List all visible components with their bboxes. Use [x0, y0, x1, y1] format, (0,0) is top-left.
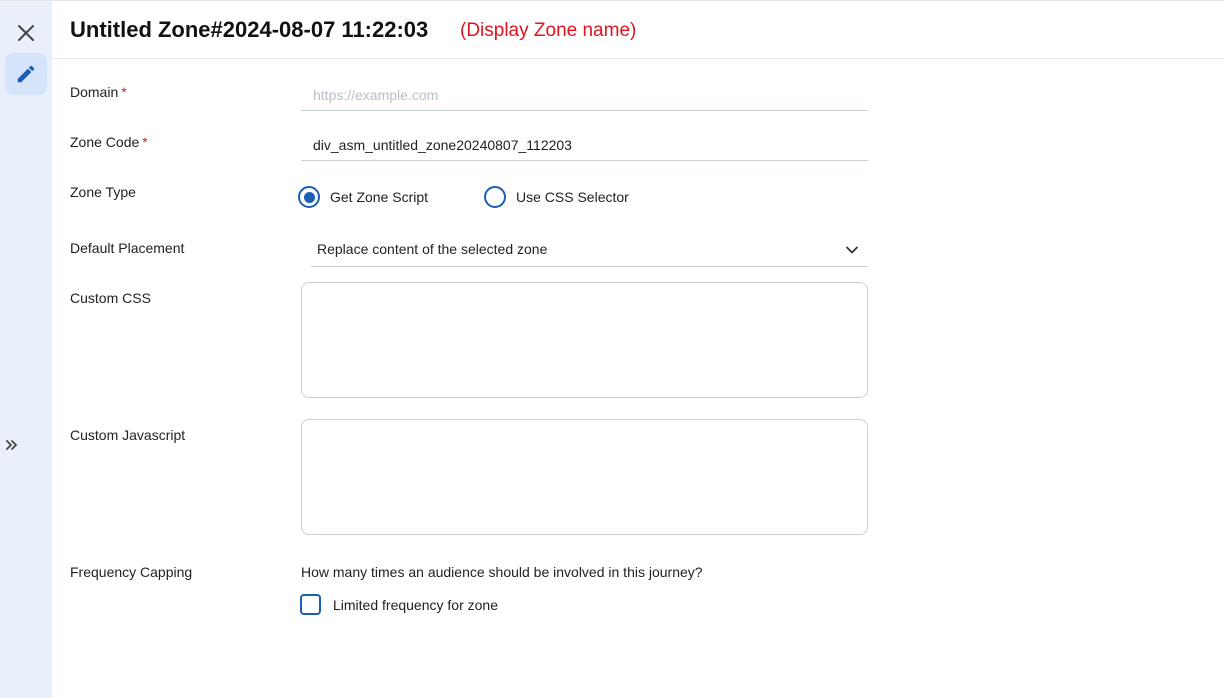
zone-title: Untitled Zone#2024-08-07 11:22:03	[70, 17, 429, 42]
custom-javascript-label: Custom Javascript	[70, 427, 186, 443]
zone-name-annotation: (Display Zone name)	[460, 20, 637, 41]
limited-frequency-label: Limited frequency for zone	[333, 596, 498, 613]
zone-code-label: Zone Code *	[70, 134, 148, 150]
page-header: Untitled Zone#2024-08-07 11:22:03 (Displ…	[52, 1, 1225, 59]
sidebar	[0, 1, 52, 698]
default-placement-select[interactable]: Replace content of the selected zone	[311, 233, 868, 267]
required-mark: *	[142, 134, 148, 150]
frequency-capping-label: Frequency Capping	[70, 564, 193, 580]
limited-frequency-checkbox[interactable]	[300, 594, 321, 615]
radio-use-css-selector[interactable]: Use CSS Selector	[484, 186, 629, 208]
radio-label: Get Zone Script	[330, 189, 429, 205]
custom-css-textarea[interactable]	[301, 282, 868, 398]
expand-sidebar-button[interactable]	[2, 435, 22, 455]
radio-circle-unselected	[484, 186, 506, 208]
default-placement-label: Default Placement	[70, 240, 185, 256]
frequency-question: How many times an audience should be inv…	[301, 564, 703, 580]
domain-field-wrapper	[301, 80, 868, 111]
custom-css-label: Custom CSS	[70, 290, 151, 306]
edit-button[interactable]	[5, 53, 47, 95]
double-chevron-right-icon	[6, 440, 17, 450]
zone-code-label-text: Zone Code	[70, 134, 140, 150]
zone-type-label: Zone Type	[70, 184, 136, 200]
radio-label: Use CSS Selector	[516, 189, 629, 205]
required-mark: *	[121, 84, 127, 100]
radio-get-zone-script[interactable]: Get Zone Script	[298, 186, 428, 208]
domain-input[interactable]	[301, 80, 868, 110]
chevron-down-icon	[846, 246, 858, 254]
domain-label: Domain *	[70, 84, 127, 100]
zone-code-field-wrapper	[301, 130, 868, 161]
domain-label-text: Domain	[70, 84, 119, 100]
limited-frequency-checkbox-row[interactable]: Limited frequency for zone	[300, 594, 498, 615]
radio-dot	[303, 191, 315, 203]
default-placement-value: Replace content of the selected zone	[317, 241, 548, 257]
close-button[interactable]	[13, 20, 39, 46]
close-icon	[18, 25, 34, 41]
pencil-icon	[17, 65, 35, 83]
radio-circle-selected	[298, 186, 320, 208]
zone-code-input[interactable]	[301, 130, 868, 160]
custom-javascript-textarea[interactable]	[301, 419, 868, 535]
